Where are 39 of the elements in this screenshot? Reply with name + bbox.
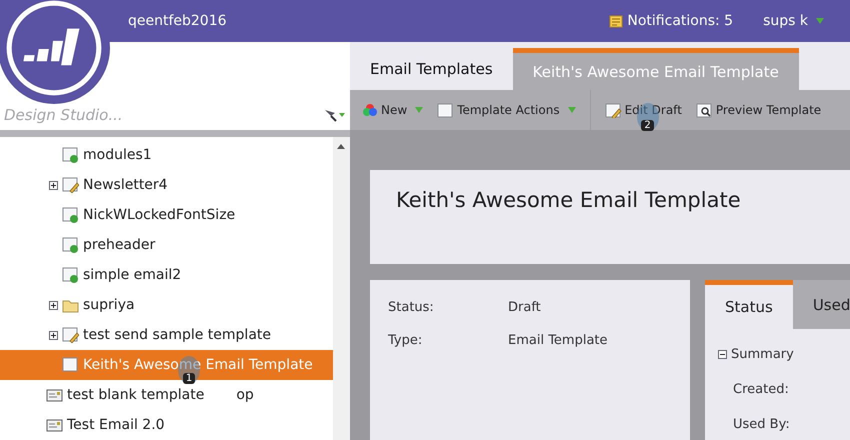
expand-icon[interactable] [49, 300, 58, 310]
envelope-icon [46, 418, 63, 432]
envelope-icon [46, 388, 63, 402]
template-title: Keith's Awesome Email Template [396, 188, 741, 212]
field-value: Email Template [508, 333, 608, 348]
tree-item[interactable]: supriya [0, 290, 333, 320]
field-label: Type: [388, 333, 424, 348]
tree-item[interactable]: modules1 [0, 140, 333, 170]
page-icon [437, 102, 454, 118]
tab[interactable]: Email Templates [350, 48, 513, 90]
tree-item[interactable]: Test Email 2.0 [0, 410, 333, 440]
notifications-link[interactable]: Notifications: 5 [609, 13, 734, 29]
section-heading: Summary [731, 347, 794, 362]
tree-item[interactable]: test send sample template [0, 320, 333, 350]
pencil-page-icon [604, 102, 622, 118]
tab[interactable]: Used [792, 280, 850, 329]
expand-icon[interactable] [49, 180, 58, 190]
magnifier-page-icon [696, 102, 713, 118]
user-menu[interactable]: sups k [763, 13, 824, 29]
field-label: Used By: [732, 416, 791, 432]
tree-item[interactable]: preheader [0, 230, 333, 260]
pencil-page-icon [62, 177, 79, 193]
pencil-page-icon [62, 327, 79, 343]
color-wheel-icon [362, 102, 378, 118]
collapse-icon[interactable] [718, 350, 727, 359]
toolbar-button[interactable]: Template Actions [437, 102, 576, 118]
page-icon [62, 357, 79, 373]
tree-item[interactable]: simple email2 [0, 260, 333, 290]
tree-item[interactable]: Newsletter4 [0, 170, 333, 200]
workspace-name: qeentfeb2016 [128, 13, 227, 29]
tree-item[interactable]: NickWLockedFontSize [0, 200, 333, 230]
field-label: Created: [732, 381, 790, 397]
expand-icon[interactable] [49, 330, 58, 340]
toolbar-button[interactable]: New [362, 102, 424, 118]
note-icon [609, 14, 624, 28]
toolbar-button[interactable]: Preview Template [696, 102, 822, 118]
field-label: Status: [388, 300, 435, 315]
field-value: Draft [508, 300, 541, 315]
scrollbar[interactable] [333, 137, 350, 440]
